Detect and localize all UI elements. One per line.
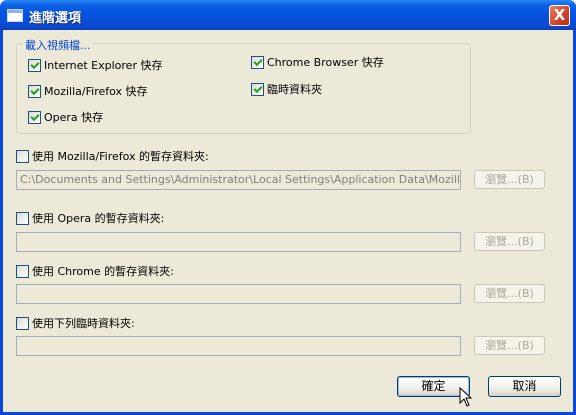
checkbox-use-opera-folder[interactable]: 使用 Opera 的暫存資料夾: [16, 210, 164, 226]
checkbox-use-chrome-folder[interactable]: 使用 Chrome 的暫存資料夾: [16, 263, 174, 279]
dialog-window: 進階選項 X 載入視頻檔... Internet Explorer 快存 Moz… [0, 0, 576, 415]
checkbox-chrome-cache[interactable]: Chrome Browser 快存 [251, 54, 384, 70]
checkbox-temp-folder[interactable]: 臨時資料夾 [251, 81, 322, 97]
firefox-folder-path-field: C:\Documents and Settings\Administrator\… [16, 170, 461, 190]
firefox-browse-button: 瀏覽...(B) [474, 170, 545, 189]
checkbox-unchecked-icon [16, 264, 29, 278]
checkbox-label: Opera 快存 [44, 111, 104, 124]
custom-temp-browse-button: 瀏覽...(B) [474, 336, 545, 355]
checkbox-label: 使用 Mozilla/Firefox 的暫存資料夾: [32, 150, 209, 163]
window-title: 進階選項 [29, 11, 82, 26]
opera-folder-path-field [16, 232, 461, 252]
title-bar[interactable]: 進階選項 X [0, 0, 576, 30]
checkbox-label: Internet Explorer 快存 [44, 59, 163, 72]
custom-temp-folder-path-field [16, 336, 461, 356]
checkbox-checked-icon [251, 55, 264, 69]
checkbox-ie-cache[interactable]: Internet Explorer 快存 [28, 57, 162, 73]
groupbox-label: 載入視頻檔... [23, 37, 93, 53]
checkbox-use-custom-temp-folder[interactable]: 使用下列臨時資料夾: [16, 315, 135, 331]
mouse-pointer-icon [459, 387, 473, 407]
checkbox-label: 臨時資料夾 [267, 83, 322, 96]
checkbox-label: Mozilla/Firefox 快存 [44, 85, 148, 98]
opera-browse-button: 瀏覽...(B) [474, 232, 545, 251]
checkbox-checked-icon [28, 110, 41, 124]
checkbox-label: 使用 Chrome 的暫存資料夾: [32, 265, 174, 278]
checkbox-firefox-cache[interactable]: Mozilla/Firefox 快存 [28, 83, 148, 99]
checkbox-opera-cache[interactable]: Opera 快存 [28, 109, 103, 125]
checkbox-label: 使用下列臨時資料夾: [32, 317, 135, 330]
checkbox-unchecked-icon [16, 316, 29, 330]
checkbox-checked-icon [28, 58, 41, 72]
checkbox-label: 使用 Opera 的暫存資料夾: [32, 212, 165, 225]
checkbox-unchecked-icon [16, 149, 29, 163]
close-button[interactable]: X [549, 5, 570, 26]
checkbox-checked-icon [28, 84, 41, 98]
chrome-browse-button: 瀏覽...(B) [474, 284, 545, 303]
chrome-folder-path-field [16, 284, 461, 304]
window-icon [7, 9, 23, 22]
cancel-button[interactable]: 取消 [488, 376, 561, 397]
dialog-client: 載入視頻檔... Internet Explorer 快存 Mozilla/Fi… [3, 30, 573, 412]
checkbox-use-firefox-folder[interactable]: 使用 Mozilla/Firefox 的暫存資料夾: [16, 148, 209, 164]
checkbox-unchecked-icon [16, 211, 29, 225]
checkbox-checked-icon [251, 82, 264, 96]
checkbox-label: Chrome Browser 快存 [267, 56, 384, 69]
